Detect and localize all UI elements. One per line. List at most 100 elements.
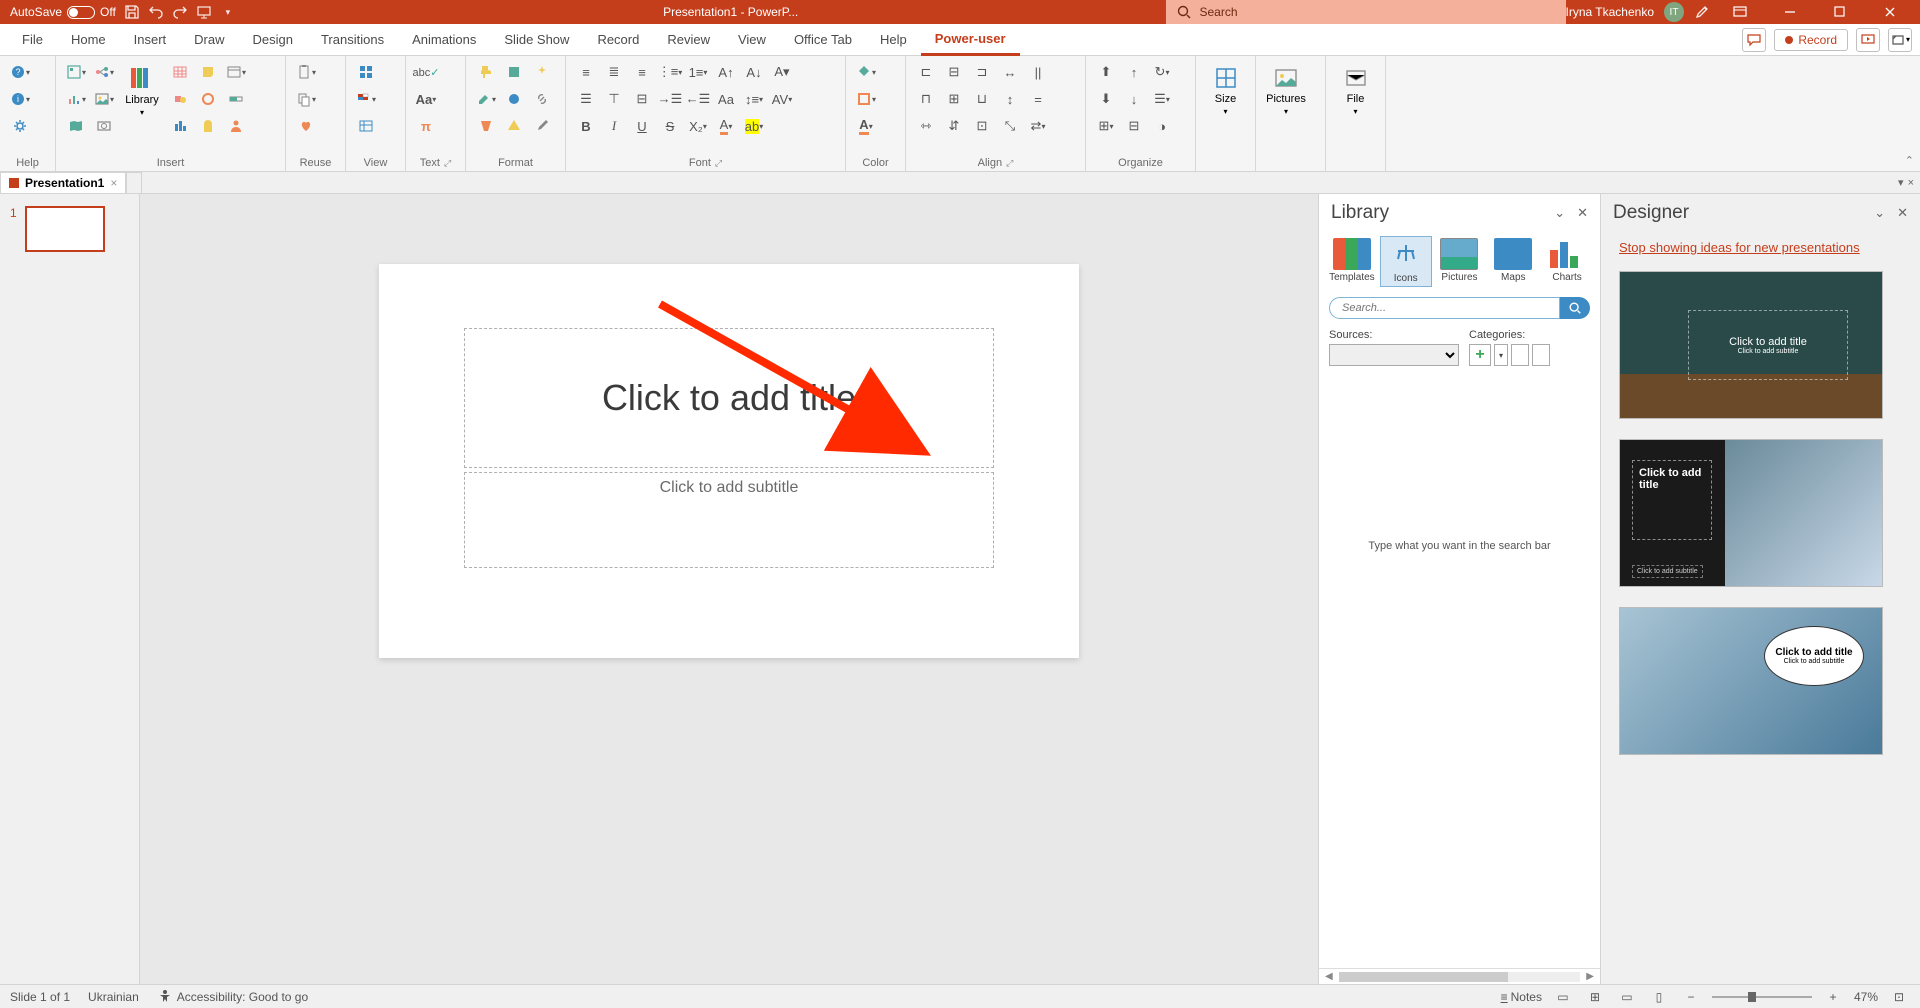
close-icon[interactable] [1870, 0, 1910, 24]
save-icon[interactable] [124, 4, 140, 20]
view-table-icon[interactable] [354, 114, 378, 138]
lib-tab-pictures[interactable]: Pictures [1433, 236, 1485, 287]
underline-button[interactable]: U [630, 114, 654, 138]
library-search-input[interactable] [1329, 297, 1560, 319]
user-avatar[interactable]: IT [1664, 2, 1684, 22]
tab-design[interactable]: Design [239, 24, 307, 56]
bold-button[interactable]: B [574, 114, 598, 138]
redo-icon[interactable] [172, 4, 188, 20]
insert-picture-icon[interactable]: ▾ [92, 87, 116, 111]
format-link-icon[interactable] [530, 87, 554, 111]
library-scrollbar[interactable]: ◀ ▶ [1319, 968, 1600, 984]
insert-screenshot-icon[interactable] [92, 114, 116, 138]
group-icon[interactable]: ⊞▾ [1094, 114, 1118, 138]
send-backward-icon[interactable]: ↓ [1122, 87, 1146, 111]
insert-chart-icon[interactable]: ▾ [64, 87, 88, 111]
size-button[interactable]: Size▾ [1204, 60, 1247, 120]
merge-shapes-icon[interactable]: ◑ [1150, 114, 1174, 138]
view-grid-icon[interactable] [354, 60, 378, 84]
lib-tab-maps[interactable]: Maps [1487, 236, 1539, 287]
italic-button[interactable]: I [602, 114, 626, 138]
text-symbol-icon[interactable]: π [414, 114, 438, 138]
strikethrough-button[interactable]: S [658, 114, 682, 138]
same-height-icon[interactable]: ↕ [998, 87, 1022, 111]
tab-slideshow[interactable]: Slide Show [490, 24, 583, 56]
category-opt1-button[interactable] [1511, 344, 1529, 366]
undo-icon[interactable] [148, 4, 164, 20]
library-button[interactable]: Library ▾ [120, 60, 164, 120]
tab-help[interactable]: Help [866, 24, 921, 56]
category-dropdown-icon[interactable]: ▾ [1494, 344, 1508, 366]
scroll-right-icon[interactable]: ▶ [1586, 971, 1594, 982]
designer-idea-1[interactable]: Click to add titleClick to add subtitle [1619, 271, 1883, 419]
info-icon[interactable]: i▾ [8, 87, 32, 111]
ribbon-display-icon[interactable] [1720, 0, 1760, 24]
align-top-icon[interactable]: ⊤ [602, 87, 626, 111]
tab-dropdown-icon[interactable]: ▾ [1898, 176, 1904, 189]
font-launcher-icon[interactable]: ⤢ [715, 158, 722, 168]
qat-more-icon[interactable]: ▾ [220, 4, 236, 20]
zoom-in-icon[interactable]: + [1822, 988, 1844, 1006]
font-dropdown-icon[interactable]: A▾ [770, 60, 794, 84]
bring-forward-icon[interactable]: ↑ [1122, 60, 1146, 84]
insert-tombstone-icon[interactable] [196, 114, 220, 138]
status-accessibility[interactable]: Accessibility: Good to go [157, 989, 308, 1005]
slide-thumbnail[interactable]: 1 [10, 206, 129, 252]
tab-draw[interactable]: Draw [180, 24, 238, 56]
format-painter-icon[interactable] [474, 60, 498, 84]
doc-tab[interactable]: Presentation1 × [0, 172, 126, 193]
insert-shapes-icon[interactable] [168, 87, 192, 111]
scroll-left-icon[interactable]: ◀ [1325, 971, 1333, 982]
bring-front-icon[interactable]: ⬆ [1094, 60, 1118, 84]
ungroup-icon[interactable]: ⊟ [1122, 114, 1146, 138]
align-obj-left-icon[interactable]: ⊏ [914, 60, 938, 84]
insert-table-icon[interactable] [168, 60, 192, 84]
designer-collapse-icon[interactable]: ⌄ [1874, 205, 1885, 221]
insert-map-icon[interactable] [64, 114, 88, 138]
present-icon[interactable] [196, 4, 212, 20]
format-tool1-icon[interactable] [502, 60, 526, 84]
pictures-button[interactable]: Pictures▾ [1264, 60, 1308, 120]
add-category-button[interactable]: + [1469, 344, 1491, 366]
slide-title-placeholder[interactable]: Click to add title [464, 328, 994, 468]
same-size-icon[interactable]: ⤡ [998, 114, 1022, 138]
designer-stop-link[interactable]: Stop showing ideas for new presentations [1601, 232, 1920, 263]
reuse-heart-icon[interactable] [294, 114, 318, 138]
text-color-icon[interactable]: A▾ [714, 114, 738, 138]
reading-view-icon[interactable]: ▭ [1616, 988, 1638, 1006]
clear-format-icon[interactable] [474, 114, 498, 138]
reuse-copy-icon[interactable]: ▾ [294, 87, 318, 111]
normal-view-icon[interactable]: ▭ [1552, 988, 1574, 1006]
sorter-view-icon[interactable]: ⊞ [1584, 988, 1606, 1006]
highlight-color-icon[interactable]: ab▾ [742, 114, 766, 138]
library-search-button[interactable] [1560, 297, 1590, 319]
slideshow-view-icon[interactable]: ▯ [1648, 988, 1670, 1006]
line-spacing-icon[interactable]: ↕≡▾ [742, 87, 766, 111]
maximize-icon[interactable] [1820, 0, 1860, 24]
rotate-icon[interactable]: ↻▾ [1150, 60, 1174, 84]
minimize-icon[interactable] [1770, 0, 1810, 24]
shape-outline-icon[interactable]: ▾ [854, 87, 878, 111]
insert-stamp-icon[interactable] [196, 87, 220, 111]
shape-fill-icon[interactable]: ▾ [854, 60, 878, 84]
pen-icon[interactable] [1694, 4, 1710, 20]
settings-icon[interactable] [8, 114, 32, 138]
tab-transitions[interactable]: Transitions [307, 24, 398, 56]
collapse-ribbon-icon[interactable]: ⌃ [1905, 154, 1914, 167]
tab-close-all-icon[interactable]: × [1908, 177, 1914, 189]
sources-select[interactable] [1329, 344, 1459, 366]
library-collapse-icon[interactable]: ⌄ [1554, 205, 1565, 221]
tab-home[interactable]: Home [57, 24, 120, 56]
space-h-icon[interactable]: || [1026, 60, 1050, 84]
new-tab-button[interactable] [126, 172, 142, 193]
zoom-out-icon[interactable]: − [1680, 988, 1702, 1006]
highlight-icon[interactable]: ▾ [474, 87, 498, 111]
insert-template-icon[interactable]: ▾ [64, 60, 88, 84]
file-button[interactable]: File▾ [1334, 60, 1377, 120]
distribute-h-icon[interactable]: ⇿ [914, 114, 938, 138]
lib-tab-icons[interactable]: Icons [1380, 236, 1432, 287]
slide[interactable]: Click to add title Click to add subtitle [379, 264, 1079, 658]
slide-subtitle-placeholder[interactable]: Click to add subtitle [464, 472, 994, 568]
align-obj-bottom-icon[interactable]: ⊔ [970, 87, 994, 111]
align-left-icon[interactable]: ≡ [574, 60, 598, 84]
